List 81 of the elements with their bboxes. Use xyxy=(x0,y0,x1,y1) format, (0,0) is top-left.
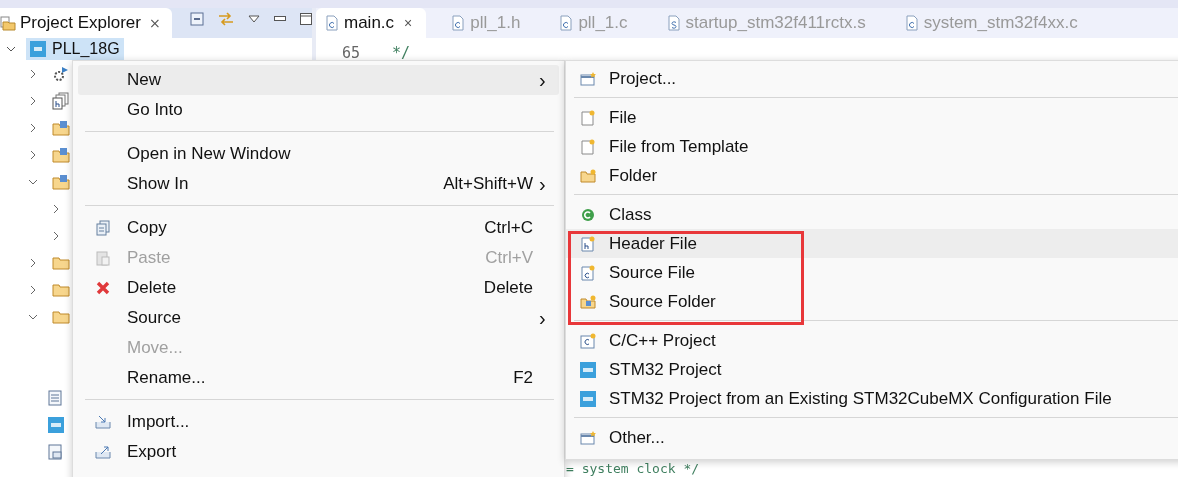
menu-item[interactable]: C/C++ Project xyxy=(566,326,1178,355)
folder-icon xyxy=(579,168,596,183)
paste-icon xyxy=(95,250,110,266)
shortcut-label: Ctrl+C xyxy=(484,218,533,238)
minimize-icon[interactable] xyxy=(274,16,286,22)
line-number: 65 xyxy=(342,44,361,62)
class-icon xyxy=(580,207,595,222)
window-icon xyxy=(579,430,596,445)
panel-title: Project Explorer xyxy=(20,13,141,33)
header-file-icon xyxy=(580,235,595,252)
submenu-arrow: › xyxy=(539,68,546,91)
project-explorer-tab[interactable]: Project Explorer × xyxy=(0,8,172,38)
chevron-icon[interactable] xyxy=(51,230,61,241)
code-comment: = system clock */ xyxy=(566,461,700,476)
dropdown-icon[interactable] xyxy=(248,15,260,23)
menu-item[interactable]: Rename... F2 xyxy=(78,363,559,393)
menu-item[interactable]: Go Into xyxy=(78,95,559,125)
shortcut-label: Alt+Shift+W xyxy=(443,174,533,194)
menu-item[interactable]: Other... xyxy=(566,423,1178,452)
editor-tab[interactable]: main.c × xyxy=(316,8,427,38)
c-file-icon xyxy=(326,15,338,31)
source-folder-icon xyxy=(52,119,70,136)
window-icon xyxy=(579,71,596,86)
menu-item[interactable]: Show In Alt+Shift+W › xyxy=(78,169,559,199)
submenu-arrow: › xyxy=(539,306,546,329)
menu-item[interactable]: STM32 Project from an Existing STM32CubeMX Configuration File xyxy=(566,384,1178,413)
menu-item[interactable]: File xyxy=(566,103,1178,132)
shortcut-label: Ctrl+V xyxy=(485,248,533,268)
menu-item[interactable]: Copy Ctrl+C xyxy=(78,213,559,243)
menu-item[interactable]: STM32 Project xyxy=(566,355,1178,384)
project-tree-item[interactable]: PLL_18G xyxy=(26,38,124,60)
menu-item[interactable]: Delete Delete xyxy=(78,273,559,303)
new-file-icon xyxy=(580,109,595,126)
header-files-icon xyxy=(52,91,70,110)
folder-icon xyxy=(52,254,70,271)
menu-item[interactable]: Open in New Window xyxy=(78,139,559,169)
assembly-file-icon xyxy=(667,15,680,31)
folder-icon xyxy=(52,281,70,298)
chevron-icon[interactable] xyxy=(51,203,61,214)
source-folder-icon xyxy=(52,146,70,163)
c-file-icon xyxy=(905,15,918,31)
c-project-icon xyxy=(579,332,596,349)
menu-item[interactable]: File from Template xyxy=(566,132,1178,161)
source-folder-icon xyxy=(579,294,596,309)
menu-item[interactable]: Source › xyxy=(78,303,559,333)
text-file-icon xyxy=(48,389,62,406)
submenu-arrow: › xyxy=(539,172,546,195)
menu-item[interactable]: New › xyxy=(78,65,559,95)
source-file-icon xyxy=(580,264,595,281)
menu-item[interactable]: Folder xyxy=(566,161,1178,190)
chevron-icon[interactable] xyxy=(28,95,38,106)
c-file-icon xyxy=(452,15,465,31)
new-file-icon xyxy=(580,138,595,155)
c-file-icon xyxy=(560,15,573,31)
chevron-icon[interactable] xyxy=(28,149,38,160)
maximize-icon[interactable] xyxy=(300,13,312,25)
menu-item[interactable]: Export xyxy=(78,437,559,467)
menu-item[interactable]: Header File xyxy=(566,229,1178,258)
menu-item[interactable]: Source Folder xyxy=(566,287,1178,316)
chevron-icon[interactable] xyxy=(28,68,38,79)
import-icon xyxy=(94,415,111,429)
code-comment: */ xyxy=(392,44,411,62)
linker-file-icon xyxy=(48,443,62,460)
menu-item[interactable]: Class xyxy=(566,200,1178,229)
folder-icon xyxy=(0,15,16,31)
chevron-icon[interactable] xyxy=(6,44,16,54)
close-button[interactable]: × xyxy=(148,15,161,31)
menu-item[interactable]: Source File xyxy=(566,258,1178,287)
chevron-icon[interactable] xyxy=(28,284,38,295)
menu-item[interactable]: Import... xyxy=(78,407,559,437)
folder-icon xyxy=(52,308,70,325)
shortcut-label: Delete xyxy=(483,278,533,298)
menu-item[interactable]: Project... xyxy=(566,64,1178,93)
chevron-icon[interactable] xyxy=(28,122,38,133)
shortcut-label: F2 xyxy=(513,368,533,388)
chevron-icon[interactable] xyxy=(28,257,38,268)
collapse-all-icon[interactable] xyxy=(190,12,204,26)
export-icon xyxy=(94,445,111,459)
copy-icon xyxy=(95,220,110,236)
delete-icon xyxy=(95,281,110,295)
source-folder-icon xyxy=(52,173,70,190)
